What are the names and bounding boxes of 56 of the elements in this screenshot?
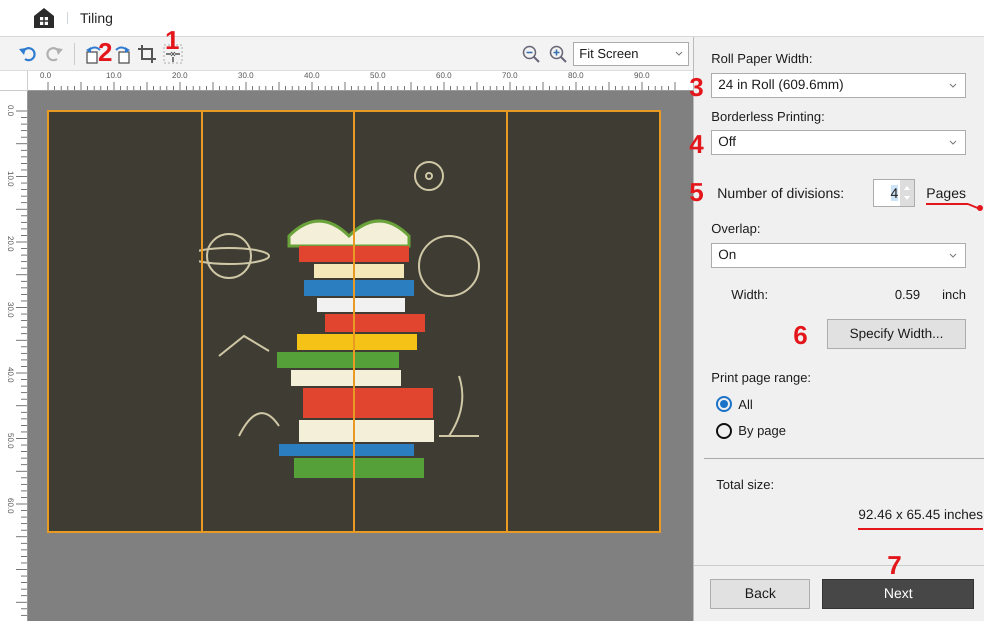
ruler-label: 50.0 xyxy=(6,432,14,448)
radio-button[interactable] xyxy=(716,396,732,412)
field-label: Number of divisions: xyxy=(717,184,846,202)
window-title: Tiling xyxy=(80,8,113,28)
chevron-icon xyxy=(675,51,684,56)
field-label: Borderless Printing: xyxy=(711,108,826,126)
ruler-label: 30.0 xyxy=(238,72,254,80)
roll-paper-width-dropdown[interactable]: 24 in Roll (609.6mm) xyxy=(711,72,966,98)
field-label: Roll Paper Width: xyxy=(711,50,814,68)
annotation-number: 3 xyxy=(689,74,704,100)
ruler-label: 20.0 xyxy=(172,72,188,80)
field-label: Width: xyxy=(731,286,770,304)
field-label: Total size: xyxy=(715,476,776,494)
overlap-dropdown[interactable]: On xyxy=(711,242,966,268)
ruler-label: 70.0 xyxy=(502,72,518,80)
field-label: Overlap: xyxy=(711,220,762,238)
radio-label: By page xyxy=(738,422,786,440)
back-button[interactable]: Back xyxy=(710,578,810,608)
ruler-label: 0.0 xyxy=(6,105,14,116)
ruler-label: 90.0 xyxy=(634,72,650,80)
zoom-out-icon[interactable] xyxy=(522,44,540,62)
radio-label: All xyxy=(738,396,753,414)
ruler-label: 60.0 xyxy=(6,498,14,514)
chevron-icon xyxy=(949,252,957,258)
ruler-label: 10.0 xyxy=(106,72,122,80)
radio-button[interactable] xyxy=(716,422,732,439)
borderless-printing-dropdown[interactable]: Off xyxy=(711,130,966,155)
next-button[interactable]: Next xyxy=(822,578,974,608)
ruler-label: 80.0 xyxy=(568,72,584,80)
specify-width-button[interactable]: Specify Width... xyxy=(827,319,966,349)
unit-label: inch xyxy=(942,286,966,304)
ruler-label: 60.0 xyxy=(436,72,452,80)
annotation-number: 5 xyxy=(689,179,704,205)
field-label: Print page range: xyxy=(711,369,812,387)
ruler-label: 0.0 xyxy=(40,72,52,80)
ruler-label: 40.0 xyxy=(6,367,14,383)
chevron-icon xyxy=(949,82,957,88)
ruler-label: 20.0 xyxy=(6,236,14,252)
crop-icon[interactable] xyxy=(137,44,157,64)
chevron-icon xyxy=(949,140,957,145)
width-value: 0.59 xyxy=(894,286,920,304)
annotation-number: 1 xyxy=(165,26,180,52)
divisions-spinner[interactable]: 4 xyxy=(873,179,916,207)
annotation-number: 2 xyxy=(98,38,112,64)
ruler-label: 50.0 xyxy=(370,72,386,80)
ruler-label: 10.0 xyxy=(6,170,14,186)
ruler-label: 30.0 xyxy=(6,302,14,318)
zoom-in-icon[interactable] xyxy=(549,44,568,62)
ruler-label: 40.0 xyxy=(304,72,320,80)
annotation-number: 6 xyxy=(793,322,808,348)
unit-label: Pages xyxy=(926,184,966,203)
total-size-value: 92.46 x 65.45 inches xyxy=(858,505,983,530)
annotation-number: 7 xyxy=(887,552,902,578)
zoom-dropdown[interactable]: Fit Screen xyxy=(573,42,690,66)
annotation-number: 4 xyxy=(689,131,704,157)
home-icon[interactable] xyxy=(33,7,55,29)
